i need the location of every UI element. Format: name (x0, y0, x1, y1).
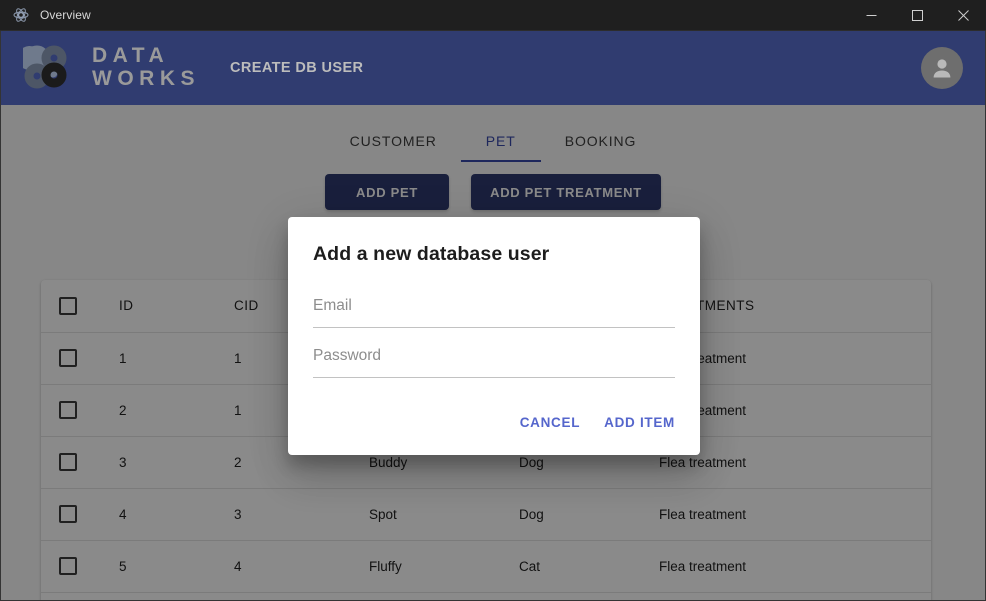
window-title: Overview (40, 8, 91, 22)
close-button[interactable] (940, 0, 986, 31)
maximize-icon (911, 9, 923, 21)
brand-line-one: DATA (92, 44, 170, 68)
add-db-user-dialog: Add a new database user CANCEL ADD ITEM (288, 217, 700, 455)
app-body: DATA WORKS CREATE DB USER CUSTOMER PET B… (0, 31, 986, 601)
password-field[interactable] (313, 338, 675, 378)
email-field-wrapper (313, 288, 675, 328)
app-logo-icon (13, 7, 29, 23)
window-titlebar: Overview (0, 0, 986, 31)
close-icon (957, 9, 969, 21)
minimize-icon (866, 14, 876, 16)
maximize-button[interactable] (894, 0, 940, 31)
email-field[interactable] (313, 288, 675, 328)
dialog-title: Add a new database user (313, 243, 550, 265)
dataworks-logo-icon (23, 45, 79, 92)
dialog-body (288, 266, 700, 378)
brand-line-two: WORKS (92, 67, 200, 90)
brand-logo-group: DATA WORKS (23, 45, 200, 92)
brand-wordmark: DATA WORKS (92, 45, 200, 90)
app-window: Overview DATA WORKS CREATE DB USER CUSTO… (0, 0, 986, 601)
add-item-button[interactable]: ADD ITEM (595, 406, 684, 439)
minimize-button[interactable] (848, 0, 894, 31)
password-field-wrapper (313, 338, 675, 378)
person-icon (933, 59, 951, 78)
avatar[interactable] (921, 47, 963, 89)
cancel-button[interactable]: CANCEL (511, 406, 589, 439)
app-header-bar: DATA WORKS CREATE DB USER (1, 31, 985, 105)
create-db-user-button[interactable]: CREATE DB USER (230, 60, 363, 76)
dialog-actions: CANCEL ADD ITEM (288, 388, 700, 455)
